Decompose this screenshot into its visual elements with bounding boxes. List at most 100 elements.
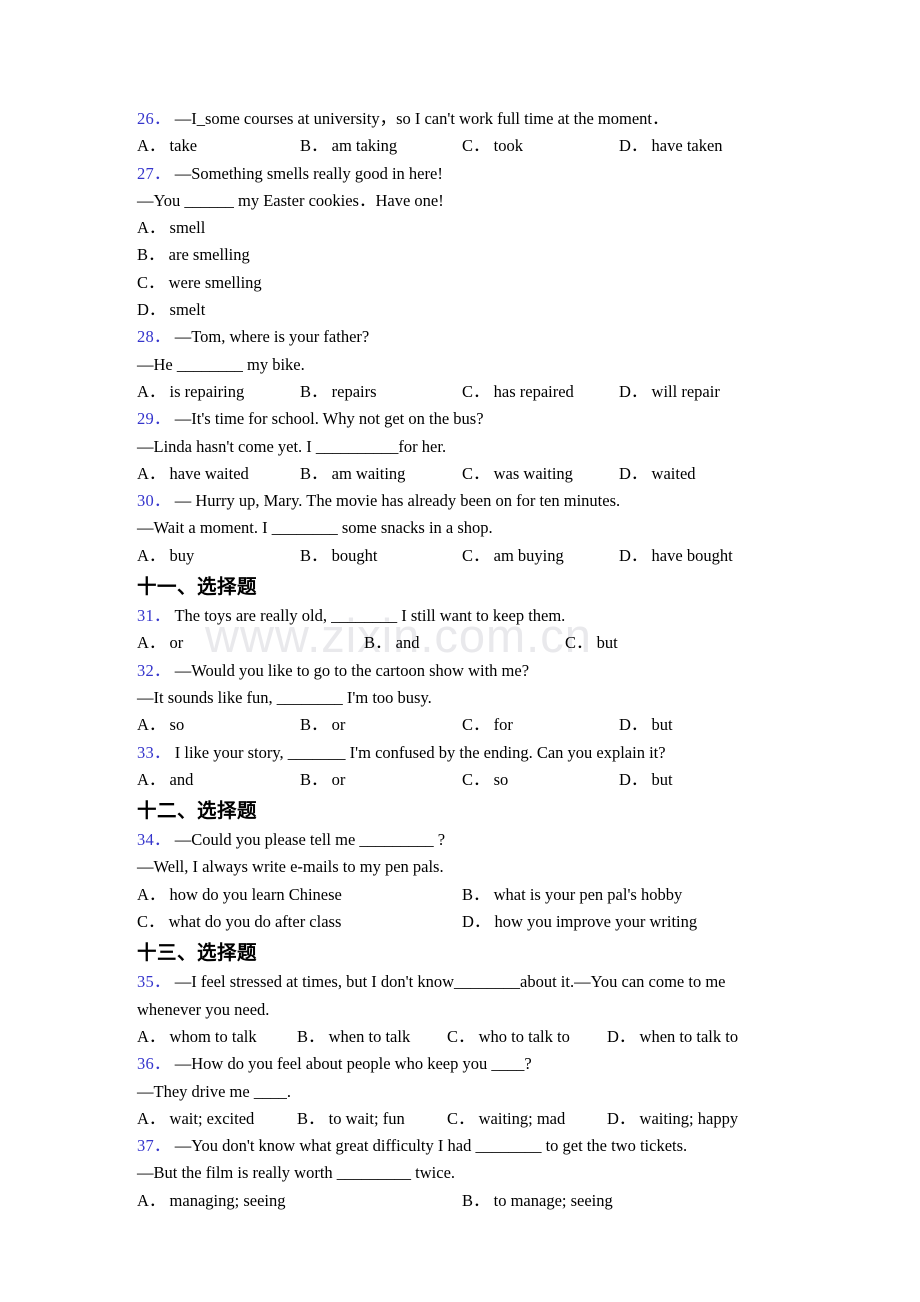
option-b[interactable]: B． repairs — [300, 378, 377, 405]
question-number: 36． — [137, 1054, 171, 1074]
option-b[interactable]: B． or — [300, 711, 345, 738]
section-heading: 十二、选择题 — [137, 800, 258, 823]
option-letter: B． — [137, 245, 165, 265]
option-text: was waiting — [493, 463, 573, 483]
question-number: 33． — [137, 742, 171, 762]
option-a[interactable]: A． buy — [137, 542, 194, 569]
option-d[interactable]: D． waiting; happy — [607, 1105, 738, 1132]
option-text: am taking — [331, 136, 398, 156]
option-text: took — [493, 136, 523, 156]
option-letter: C． — [462, 769, 490, 789]
option-c[interactable]: C． am buying — [462, 542, 564, 569]
question-number: 26． — [137, 109, 171, 128]
option-a[interactable]: A． have waited — [137, 460, 249, 487]
option-d[interactable]: D． when to talk to — [607, 1023, 738, 1050]
option-d[interactable]: D． have bought — [619, 542, 733, 569]
option-b[interactable]: B． to manage; seeing — [462, 1187, 613, 1214]
question-number: 29． — [137, 409, 171, 429]
option-text: waited — [651, 463, 696, 483]
option-c[interactable]: C． has repaired — [462, 378, 574, 405]
option-a[interactable]: A． or — [137, 629, 183, 656]
option-b[interactable]: B． what is your pen pal's hobby — [462, 881, 682, 908]
option-b[interactable]: B． and — [364, 629, 419, 656]
option-a[interactable]: A． how do you learn Chinese — [137, 881, 342, 908]
option-a[interactable]: A． managing; seeing — [137, 1187, 285, 1214]
option-d[interactable]: D． but — [619, 711, 673, 738]
option-row[interactable]: A． smell — [137, 214, 920, 241]
option-text: or — [331, 715, 346, 735]
option-letter: D． — [619, 545, 648, 565]
option-c[interactable]: C． waiting; mad — [447, 1105, 565, 1132]
option-text: how do you learn Chinese — [169, 884, 342, 904]
question-number: 35． — [137, 972, 171, 992]
option-b[interactable]: B． am taking — [300, 132, 397, 159]
option-c[interactable]: C． so — [462, 766, 508, 793]
option-c[interactable]: C． was waiting — [462, 460, 573, 487]
option-text: when to talk to — [639, 1026, 739, 1046]
question-stem-continued: —He ________ my bike. — [137, 354, 305, 374]
option-letter: B． — [300, 136, 328, 156]
question-stem-continued: —They drive me ____. — [137, 1081, 291, 1101]
option-row[interactable]: B． are smelling — [137, 241, 920, 268]
option-letter: A． — [137, 218, 166, 238]
option-c[interactable]: C． what do you do after class — [137, 908, 341, 935]
option-letter: C． — [462, 381, 490, 401]
option-letter: D． — [619, 136, 648, 156]
question-stem: 30． — Hurry up, Mary. The movie has alre… — [137, 487, 780, 514]
option-text: what do you do after class — [168, 912, 342, 932]
option-text: and — [169, 769, 194, 789]
option-d[interactable]: D． waited — [619, 460, 696, 487]
question-number: 37． — [137, 1136, 171, 1156]
option-text: to wait; fun — [328, 1108, 405, 1128]
option-a[interactable]: A． so — [137, 711, 184, 738]
option-row[interactable]: D． smelt — [137, 296, 920, 323]
section-heading: 十一、选择题 — [137, 576, 258, 599]
option-letter: C． — [447, 1108, 475, 1128]
option-b[interactable]: B． bought — [300, 542, 377, 569]
option-a[interactable]: A． is repairing — [137, 378, 244, 405]
option-text: were smelling — [168, 272, 262, 292]
option-row: A． how do you learn Chinese B． what is yo… — [137, 881, 820, 908]
option-a[interactable]: A． whom to talk — [137, 1023, 257, 1050]
option-a[interactable]: A． take — [137, 132, 197, 159]
question-stem-continued: —Wait a moment. I ________ some snacks i… — [137, 518, 493, 538]
option-letter: A． — [137, 715, 166, 735]
option-text: have waited — [169, 463, 249, 483]
option-row: A． and B． or C． so D． but — [137, 766, 820, 793]
option-d[interactable]: D． will repair — [619, 378, 720, 405]
option-text: take — [169, 136, 198, 156]
option-a[interactable]: A． wait; excited — [137, 1105, 254, 1132]
option-row: A． so B． or C． for D． but — [137, 711, 820, 738]
option-d[interactable]: D． have taken — [619, 132, 723, 159]
question-stem-text: —Would you like to go to the cartoon sho… — [174, 660, 530, 680]
option-d[interactable]: D． how you improve your writing — [462, 908, 697, 935]
option-letter: B． — [300, 769, 328, 789]
option-row[interactable]: C． were smelling — [137, 269, 920, 296]
option-a[interactable]: A． and — [137, 766, 193, 793]
option-b[interactable]: B． or — [300, 766, 345, 793]
question-stem-continued: —You ______ my Easter cookies．Have one! — [137, 190, 444, 210]
option-text: when to talk — [328, 1026, 411, 1046]
option-c[interactable]: C． took — [462, 132, 523, 159]
question-stem-continued: —But the film is really worth _________ … — [137, 1163, 456, 1183]
option-letter: B． — [297, 1026, 325, 1046]
option-row: A． buy B． bought C． am buying D． have bough… — [137, 542, 820, 569]
option-letter: C． — [137, 912, 165, 932]
option-c[interactable]: C． but — [565, 629, 618, 656]
option-c[interactable]: C． who to talk to — [447, 1023, 570, 1050]
question-number: 34． — [137, 830, 171, 850]
option-letter: D． — [619, 463, 648, 483]
option-b[interactable]: B． am waiting — [300, 460, 405, 487]
option-letter: B． — [300, 381, 328, 401]
option-b[interactable]: B． when to talk — [297, 1023, 410, 1050]
option-letter: B． — [297, 1108, 325, 1128]
option-d[interactable]: D． but — [619, 766, 673, 793]
option-text: will repair — [651, 381, 720, 401]
question-number: 32． — [137, 660, 171, 680]
option-row: C． what do you do after class D． how you … — [137, 908, 820, 935]
option-text: buy — [169, 545, 195, 565]
question-stem-text: —I_some courses at university，so I can't… — [174, 109, 669, 128]
option-text: have taken — [651, 136, 723, 156]
option-b[interactable]: B． to wait; fun — [297, 1105, 405, 1132]
option-c[interactable]: C． for — [462, 711, 513, 738]
